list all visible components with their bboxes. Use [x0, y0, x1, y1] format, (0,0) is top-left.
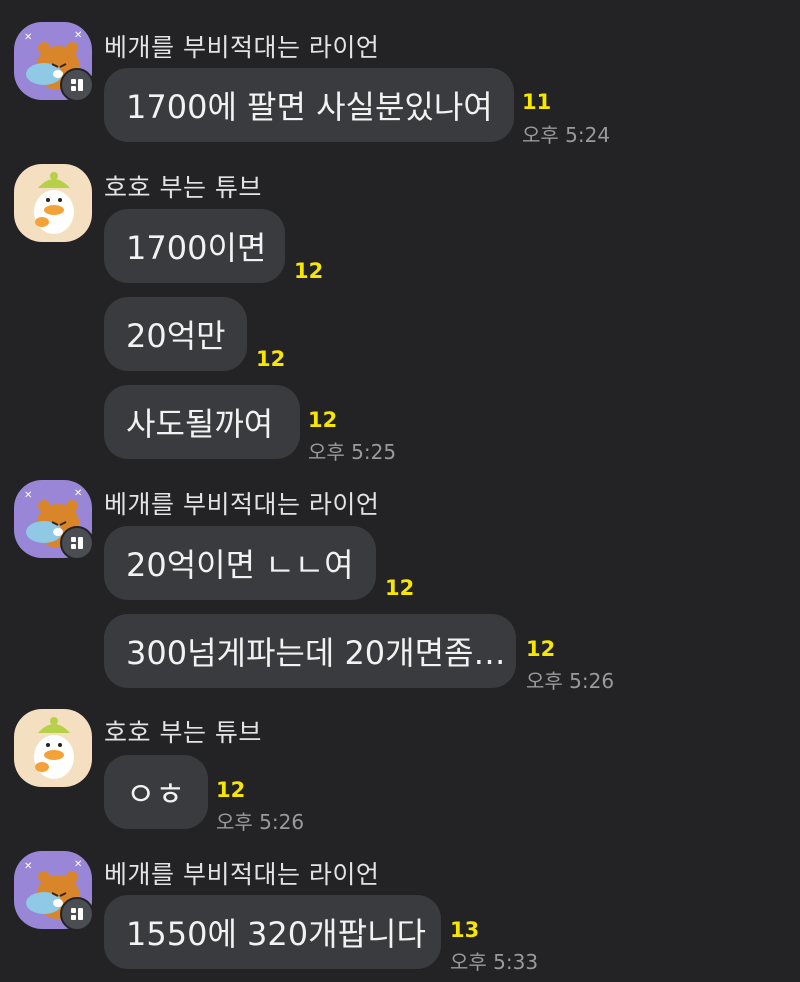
- unread-count: 13: [450, 918, 480, 942]
- unread-count: 12: [216, 778, 246, 802]
- chat-badge-icon: [60, 897, 94, 931]
- avatar-tube[interactable]: [14, 164, 92, 242]
- svg-text:✕: ✕: [74, 30, 82, 41]
- unread-count: 12: [294, 259, 324, 283]
- message-time: 오후 5:24: [522, 123, 611, 147]
- message-text: 300넘게파는데 20개면좀…: [126, 634, 506, 672]
- message-time: 오후 5:26: [526, 669, 615, 693]
- tube-duck-character-icon: [34, 717, 74, 779]
- sender-name: 호호 부는 튜브: [104, 173, 262, 202]
- svg-text:✕: ✕: [74, 488, 82, 499]
- message-bubble[interactable]: 사도될까여: [104, 385, 300, 459]
- message-text: 사도될까여: [126, 405, 274, 443]
- message-bubble[interactable]: 1700이면: [104, 209, 285, 283]
- unread-count: 12: [256, 347, 286, 371]
- avatar-lion[interactable]: ✕ ✕: [14, 22, 94, 102]
- message-time: 오후 5:25: [308, 440, 397, 464]
- message-text: 1700에 팔면 사실분있나여: [126, 88, 493, 126]
- chat-badge-icon: [60, 68, 94, 102]
- svg-text:✕: ✕: [24, 490, 32, 501]
- unread-count: 12: [526, 637, 556, 661]
- message-text: 20억만: [126, 317, 226, 355]
- unread-count: 12: [308, 408, 338, 432]
- sender-name: 베개를 부비적대는 라이언: [104, 860, 380, 889]
- avatar-tube[interactable]: [14, 709, 92, 787]
- sender-name: 베개를 부비적대는 라이언: [104, 33, 380, 62]
- tube-duck-character-icon: [34, 172, 74, 234]
- chat-badge-icon: [60, 526, 94, 560]
- sender-name: 호호 부는 튜브: [104, 718, 262, 747]
- message-time: 오후 5:26: [216, 810, 305, 834]
- message-bubble[interactable]: 1550에 320개팝니다: [104, 895, 441, 969]
- message-bubble[interactable]: ㅇㅎ: [104, 755, 208, 829]
- message-time: 오후 5:33: [450, 950, 539, 974]
- message-bubble[interactable]: 1700에 팔면 사실분있나여: [104, 68, 514, 142]
- svg-text:✕: ✕: [24, 32, 32, 43]
- message-text: 1550에 320개팝니다: [126, 915, 426, 953]
- message-text: 20억이면 ㄴㄴ여: [126, 546, 354, 584]
- message-bubble[interactable]: 20억만: [104, 297, 247, 371]
- sender-name: 베개를 부비적대는 라이언: [104, 490, 380, 519]
- avatar-lion[interactable]: ✕ ✕: [14, 851, 94, 931]
- message-bubble[interactable]: 300넘게파는데 20개면좀…: [104, 614, 516, 688]
- svg-text:✕: ✕: [24, 861, 32, 872]
- avatar-lion[interactable]: ✕ ✕: [14, 480, 94, 560]
- message-text: 1700이면: [126, 229, 267, 267]
- message-bubble[interactable]: 20억이면 ㄴㄴ여: [104, 526, 376, 600]
- unread-count: 12: [385, 576, 415, 600]
- svg-text:✕: ✕: [74, 859, 82, 870]
- unread-count: 11: [522, 90, 552, 114]
- message-text: ㅇㅎ: [126, 775, 185, 813]
